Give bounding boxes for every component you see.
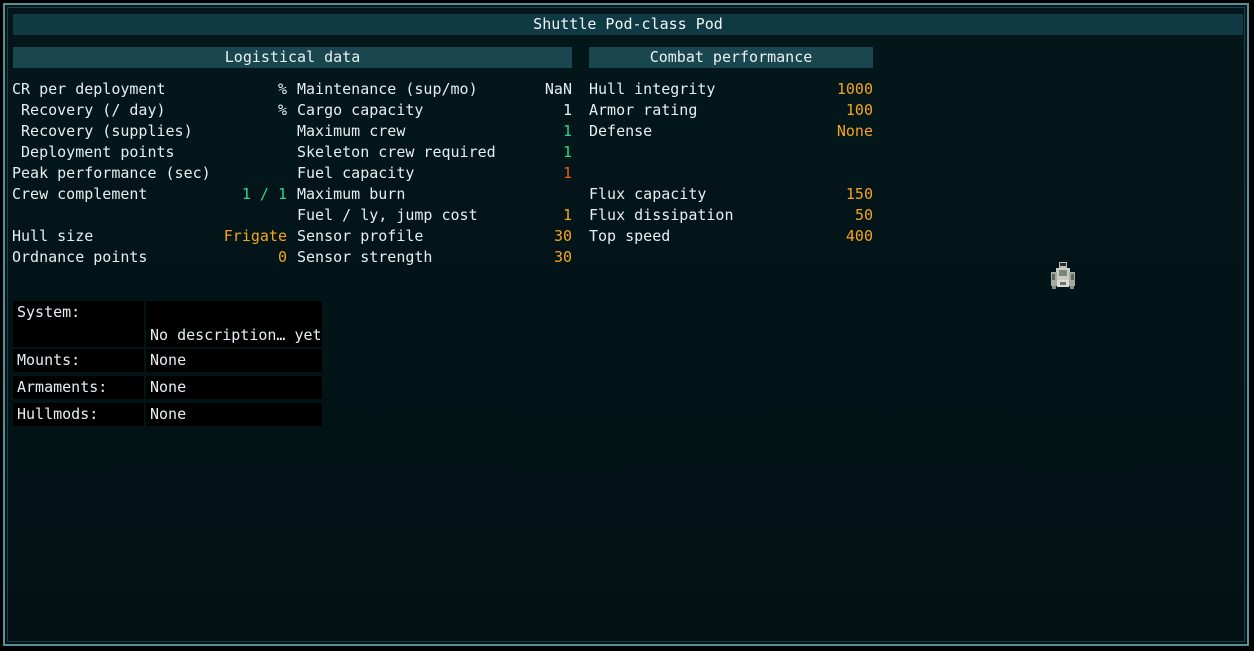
combat-stat-value: 50 [854, 206, 873, 224]
logistical-stat-value: 1 [562, 101, 572, 119]
combat-stat-value: None [836, 122, 873, 140]
logistical-data-header: Logistical data [13, 47, 572, 68]
logistical-stat-label: Ordnance points [12, 248, 148, 266]
combat-stat-value: 100 [845, 101, 873, 119]
logistical-stat-value [147, 121, 287, 142]
logistical-stat-value: % [277, 101, 287, 119]
combat-stat-value: 400 [845, 227, 873, 245]
logistical-stat-value: 1 [562, 206, 572, 224]
combat-stat-value: 1000 [836, 80, 873, 98]
combat-performance-header: Combat performance [589, 47, 873, 68]
logistical-stat-label: Maximum crew [297, 122, 406, 140]
combat-stat-label: Flux capacity [589, 185, 707, 203]
logistical-stat-value: % [277, 80, 287, 98]
system-label: System: [13, 301, 144, 347]
combat-stat-value: 150 [845, 185, 873, 203]
logistical-stat-value: 30 [553, 227, 572, 245]
combat-stat-value [733, 142, 873, 163]
mounts-value: None [146, 349, 322, 372]
logistical-stat-value [147, 142, 287, 163]
logistical-stat-value: NaN [544, 80, 572, 98]
shuttle-sprite-icon [1051, 262, 1075, 289]
armaments-label: Armaments: [13, 376, 144, 399]
combat-stat-label: Hull integrity [589, 80, 716, 98]
logistical-stat-value [147, 163, 287, 184]
logistical-stat-value: 0 [277, 248, 287, 266]
combat-stat-value [733, 163, 873, 184]
logistical-stat-value: 1 [562, 122, 572, 140]
ship-info-panel: Shuttle Pod-class Pod Logistical data Co… [3, 3, 1249, 646]
armaments-value: None [146, 376, 322, 399]
combat-stat-label: Armor rating [589, 101, 698, 119]
logistical-stat-value: 1 [562, 164, 572, 182]
hullmods-label: Hullmods: [13, 403, 144, 426]
logistical-stat-value: 1 / 1 [241, 185, 287, 203]
logistical-stat-label: Recovery (/ day) [12, 101, 166, 119]
logistical-stat-label: Crew complement [12, 185, 148, 203]
combat-stat-label: Defense [589, 122, 653, 140]
logistical-stat-label: Cargo capacity [297, 101, 424, 119]
window-title: Shuttle Pod-class Pod [13, 14, 1243, 35]
combat-stat-label: Top speed [589, 227, 671, 245]
combat-stat-label: Flux dissipation [589, 206, 734, 224]
logistical-stat-label: Maximum burn [297, 185, 406, 203]
logistical-stat-value: 1 [562, 143, 572, 161]
logistical-stat-label: Sensor strength [297, 248, 433, 266]
logistical-stat-value: Frigate [223, 227, 287, 245]
logistical-stat-label: Sensor profile [297, 227, 424, 245]
mounts-label: Mounts: [13, 349, 144, 372]
logistical-stat-value [147, 205, 287, 226]
logistical-stat-label: Fuel capacity [297, 164, 415, 182]
logistical-stat-label: CR per deployment [12, 80, 166, 98]
logistical-stat-label: Hull size [12, 227, 94, 245]
system-value: No description… yet [146, 301, 322, 347]
logistical-stat-value [432, 184, 572, 205]
logistical-stat-value: 30 [553, 248, 572, 266]
hullmods-value: None [146, 403, 322, 426]
